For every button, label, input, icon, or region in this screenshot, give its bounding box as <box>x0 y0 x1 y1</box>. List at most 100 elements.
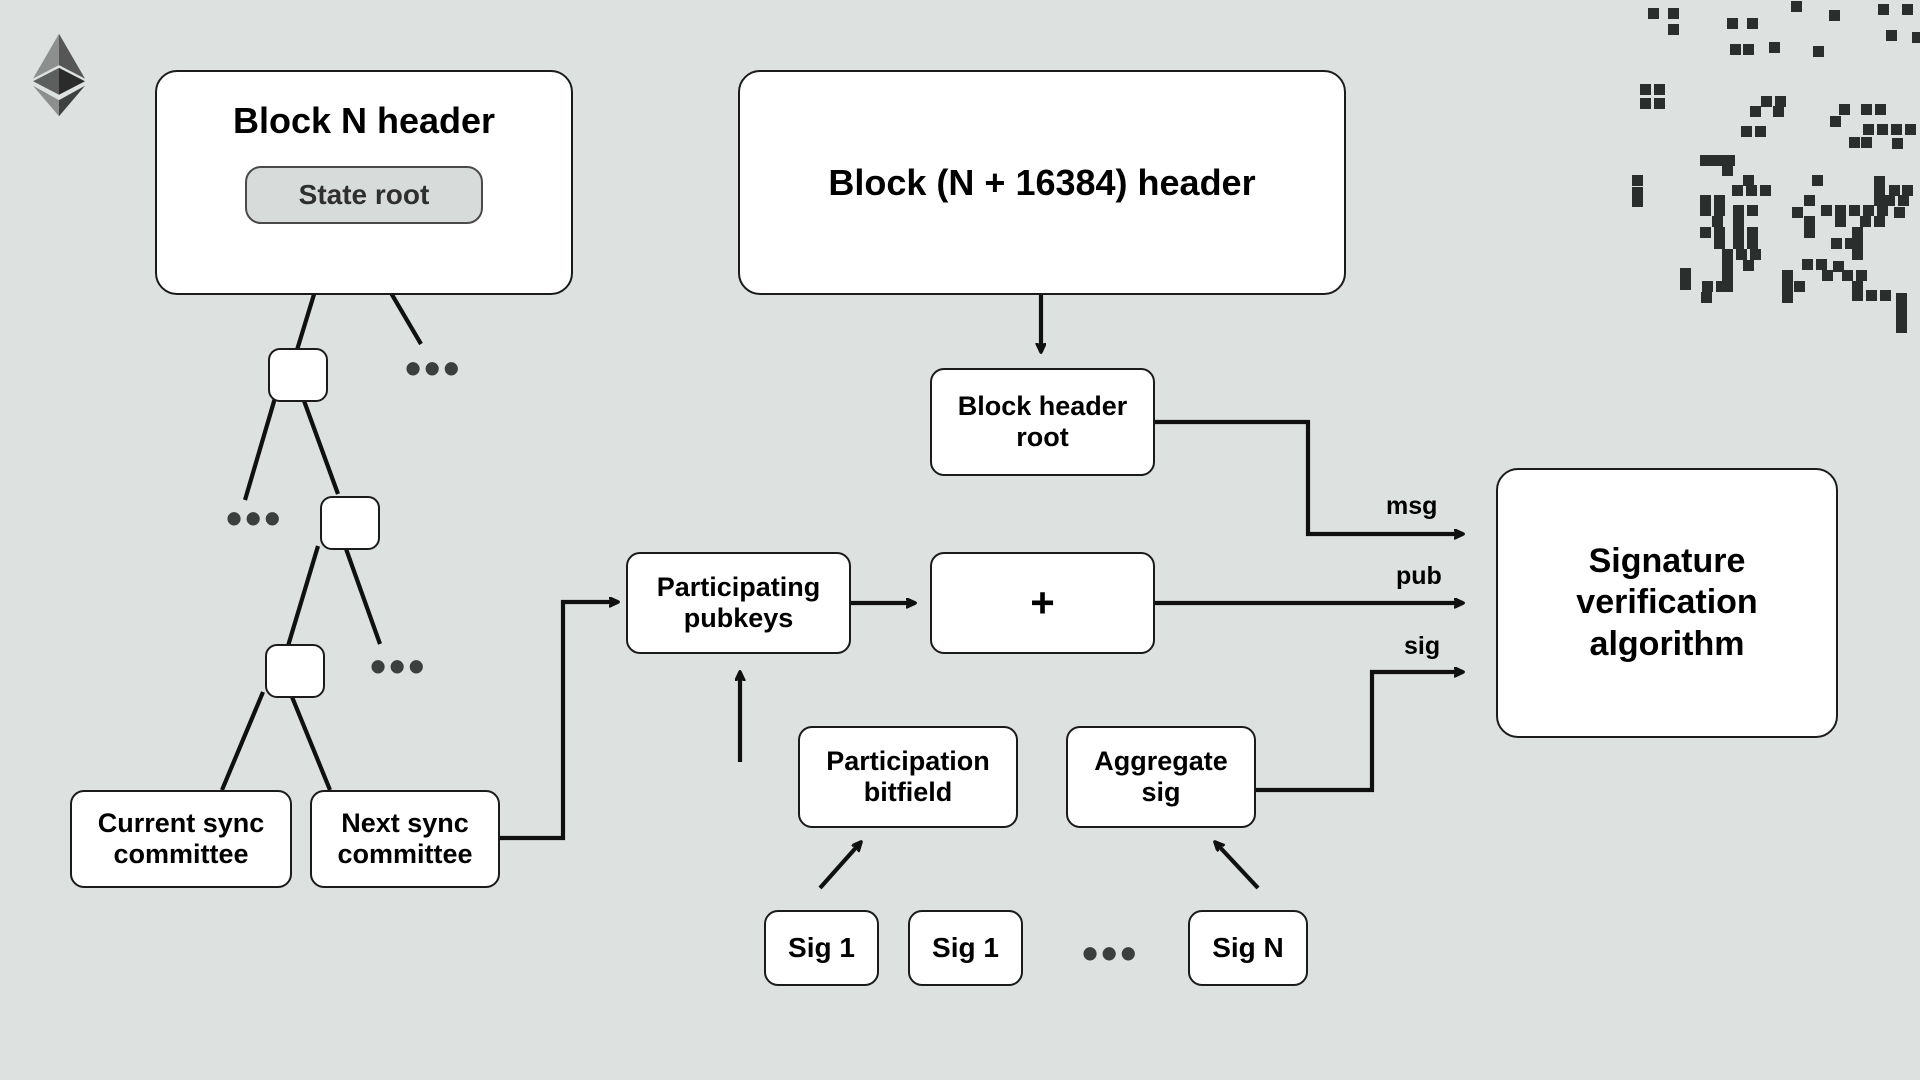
decorative-square <box>1804 227 1815 238</box>
decorative-square <box>1863 205 1874 216</box>
decorative-square <box>1747 205 1758 216</box>
decorative-square <box>1794 281 1805 292</box>
decorative-square <box>1878 4 1889 15</box>
signature-verification-line1: Signature <box>1588 541 1746 580</box>
sigs-ellipsis: ••• <box>1082 927 1140 979</box>
decorative-square <box>1747 18 1758 29</box>
next-sync-committee-line2: committee <box>337 839 473 869</box>
decorative-square <box>1722 165 1733 176</box>
decorative-square <box>1702 281 1713 292</box>
decorative-square <box>1648 8 1659 19</box>
decorative-square <box>1743 260 1754 271</box>
plus-symbol: + <box>1030 578 1055 626</box>
aggregate-sig-line1: Aggregate <box>1094 745 1228 776</box>
decorative-square <box>1912 32 1920 43</box>
decorative-square <box>1892 138 1903 149</box>
decorative-square <box>1700 205 1711 216</box>
decorative-square <box>1761 96 1772 107</box>
next-sync-committee-box: Next sync committee <box>310 790 500 888</box>
decorative-square <box>1746 185 1757 196</box>
decorative-square <box>1852 290 1863 301</box>
signature-verification-line3: algorithm <box>1589 624 1745 663</box>
sig-1-a-box: Sig 1 <box>764 910 879 986</box>
current-sync-committee-box: Current sync committee <box>70 790 292 888</box>
block-header-root-box: Block header root <box>930 368 1155 476</box>
decorative-square <box>1829 10 1840 21</box>
participating-pubkeys-line1: Participating <box>656 571 821 602</box>
decorative-square <box>1791 1 1802 12</box>
participating-pubkeys-line2: pubkeys <box>683 603 794 633</box>
decorative-square <box>1782 292 1793 303</box>
sig-n-box: Sig N <box>1188 910 1308 986</box>
decorative-square <box>1894 207 1905 218</box>
decorative-square <box>1680 279 1691 290</box>
msg-edge-label: msg <box>1386 492 1438 520</box>
decorative-square <box>1782 281 1793 292</box>
decorative-square <box>1714 227 1725 238</box>
decorative-square <box>1632 196 1643 207</box>
decorative-square <box>1760 185 1771 196</box>
decorative-square <box>1877 205 1888 216</box>
decorative-square <box>1896 322 1907 333</box>
decorative-square <box>1861 137 1872 148</box>
merkle-ellipsis-top: ••• <box>405 342 463 394</box>
decorative-square <box>1880 290 1891 301</box>
state-root-box: State root <box>245 165 483 224</box>
decorative-square <box>1822 270 1833 281</box>
sig-1-b-box: Sig 1 <box>908 910 1023 986</box>
decorative-square <box>1730 44 1741 55</box>
current-sync-committee-line2: committee <box>113 839 249 869</box>
decorative-square <box>1874 216 1885 227</box>
decorative-square <box>1769 42 1780 53</box>
decorative-square <box>1743 44 1754 55</box>
decorative-square <box>1640 84 1651 95</box>
decorative-square <box>1898 195 1909 206</box>
decorative-square <box>1733 216 1744 227</box>
merkle-node-level2 <box>320 496 380 550</box>
decorative-square <box>1877 124 1888 135</box>
decorative-square <box>1747 227 1758 238</box>
decorative-square <box>1668 8 1679 19</box>
decorative-square <box>1804 195 1815 206</box>
decorative-square <box>1755 126 1766 137</box>
decorative-square <box>1747 238 1758 249</box>
decorative-square <box>1722 270 1733 281</box>
decorative-square <box>1816 259 1827 270</box>
diagram-canvas: Block N header State root ••• ••• ••• Cu… <box>0 0 1920 1080</box>
decorative-square <box>1632 175 1643 186</box>
decorative-square <box>1733 205 1744 216</box>
decorative-square <box>1716 281 1727 292</box>
decorative-square <box>1861 104 1872 115</box>
decorative-square <box>1700 227 1711 238</box>
decorative-square <box>1886 30 1897 41</box>
participation-bitfield-line1: Participation <box>826 745 990 776</box>
decorative-square <box>1640 98 1651 109</box>
decorative-square <box>1830 116 1841 127</box>
decorative-square <box>1813 46 1824 57</box>
decorative-square <box>1722 249 1733 260</box>
decorative-square <box>1792 207 1803 218</box>
decorative-square <box>1852 227 1863 238</box>
decorative-square <box>1902 4 1913 15</box>
next-sync-committee-line1: Next sync <box>341 807 469 838</box>
decorative-dot-pattern <box>1630 0 1920 333</box>
decorative-square <box>1736 249 1747 260</box>
decorative-square <box>1701 292 1712 303</box>
decorative-square <box>1842 270 1853 281</box>
block-header-root-line1: Block header <box>957 390 1128 421</box>
aggregate-sig-line2: sig <box>1141 777 1181 807</box>
block-n-header-title: Block N header <box>232 100 496 141</box>
sig-1-a-label: Sig 1 <box>788 931 855 963</box>
decorative-square <box>1831 238 1842 249</box>
decorative-square <box>1773 106 1784 117</box>
decorative-square <box>1856 270 1867 281</box>
decorative-square <box>1714 205 1725 216</box>
block-n-header-box: Block N header State root <box>155 70 573 295</box>
merkle-ellipsis-low: ••• <box>370 640 428 692</box>
decorative-square <box>1821 205 1832 216</box>
decorative-square <box>1712 216 1723 227</box>
decorative-square <box>1802 259 1813 270</box>
merkle-ellipsis-mid: ••• <box>226 492 284 544</box>
decorative-square <box>1782 270 1793 281</box>
participating-pubkeys-box: Participating pubkeys <box>626 552 851 654</box>
